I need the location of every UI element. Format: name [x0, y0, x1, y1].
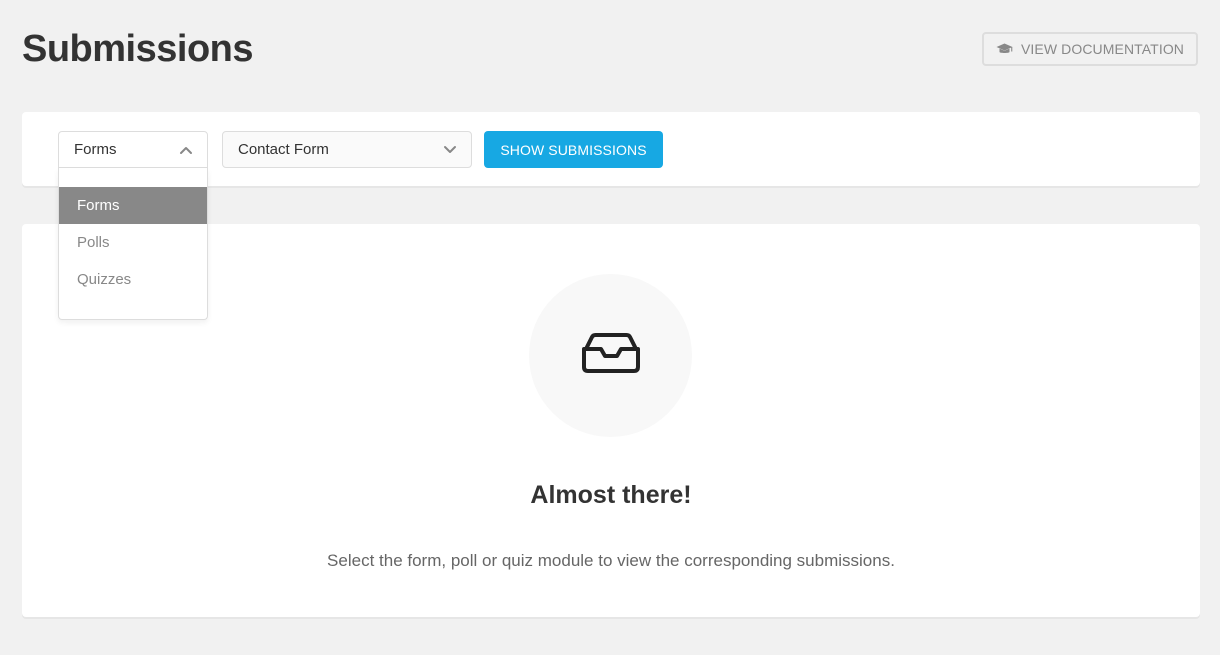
dropdown-option-polls[interactable]: Polls	[59, 224, 207, 261]
module-type-select[interactable]: Forms	[58, 131, 208, 168]
page-title: Submissions	[22, 28, 254, 70]
module-selected-value: Contact Form	[238, 141, 329, 158]
dropdown-option-quizzes[interactable]: Quizzes	[59, 261, 207, 298]
show-submissions-button[interactable]: SHOW SUBMISSIONS	[484, 131, 663, 168]
empty-state-illustration	[529, 274, 692, 437]
module-select[interactable]: Contact Form	[222, 131, 472, 168]
graduation-cap-icon	[996, 43, 1013, 55]
module-type-dropdown-menu: Forms Polls Quizzes	[58, 168, 208, 320]
empty-state-title: Almost there!	[530, 481, 692, 509]
inbox-icon	[580, 332, 642, 379]
empty-state-description: Select the form, poll or quiz module to …	[327, 551, 895, 570]
chevron-up-icon	[179, 145, 193, 155]
dropdown-option-forms[interactable]: Forms	[59, 187, 207, 224]
module-type-selected-value: Forms	[74, 141, 117, 158]
view-documentation-button[interactable]: VIEW DOCUMENTATION	[982, 32, 1198, 66]
chevron-down-icon	[443, 145, 457, 155]
view-documentation-label: VIEW DOCUMENTATION	[1020, 41, 1185, 57]
